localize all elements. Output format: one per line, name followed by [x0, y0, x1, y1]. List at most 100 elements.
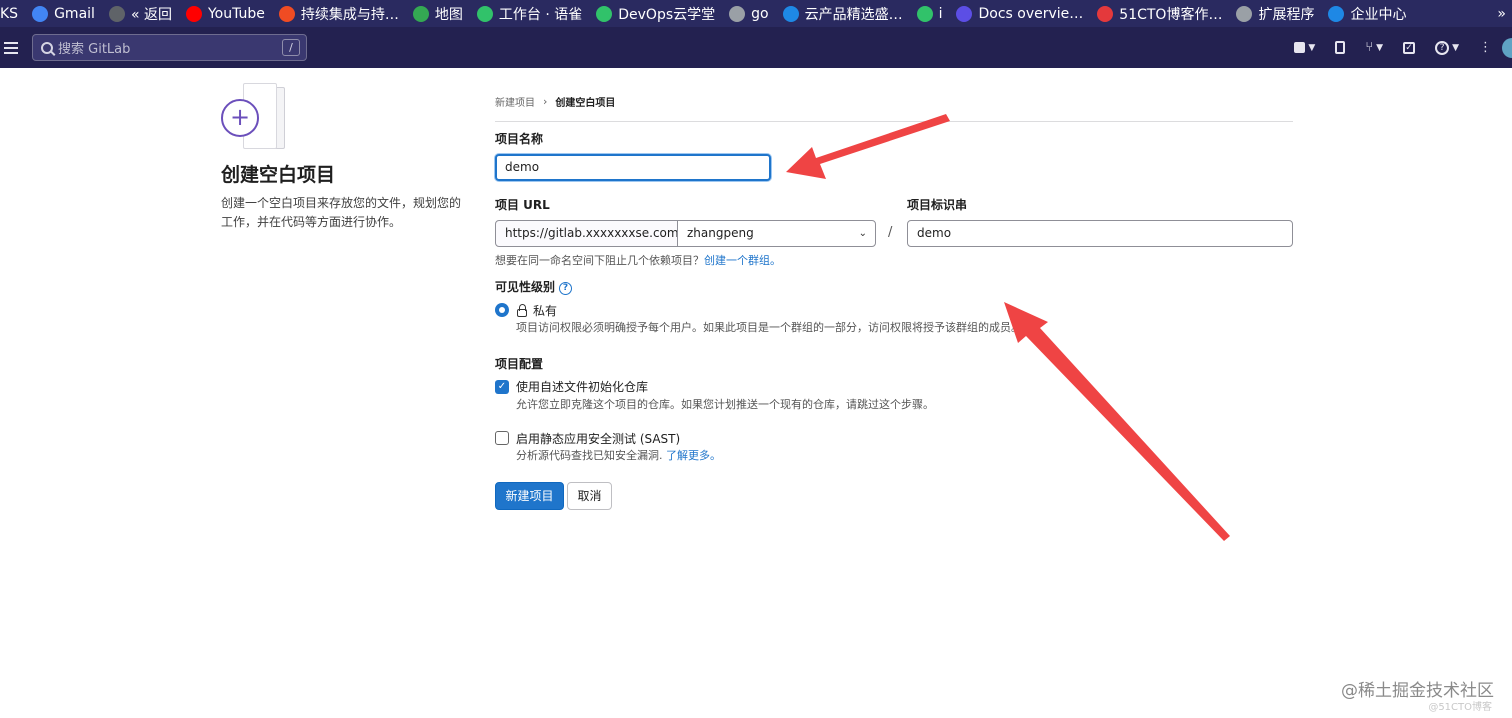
- merge-requests-dropdown[interactable]: ⑂ ▼: [1365, 40, 1383, 55]
- bookmark-item[interactable]: « 返回: [108, 4, 172, 24]
- annotation-arrow-top: [786, 114, 950, 179]
- map-icon: [412, 5, 429, 22]
- breadcrumb: 新建项目 › 创建空白项目: [495, 94, 615, 109]
- sast-help: 分析源代码查找已知安全漏洞. 了解更多。: [516, 447, 721, 463]
- yuque-icon: [476, 5, 493, 22]
- project-url-label: 项目 URL: [495, 198, 550, 212]
- google-icon: [32, 5, 49, 22]
- bookmark-item[interactable]: 扩展程序: [1236, 4, 1314, 24]
- menu-icon[interactable]: [4, 41, 18, 54]
- bookmark-label: 扩展程序: [1258, 6, 1315, 23]
- visibility-private-text: 私有: [533, 304, 558, 318]
- blank-project-illustration: +: [221, 83, 291, 149]
- swoosh-icon: [916, 5, 933, 22]
- help-icon: ?: [1435, 40, 1450, 55]
- youtube-icon: [185, 5, 202, 22]
- bookmark-label: « 返回: [130, 6, 172, 23]
- page-title: 创建空白项目: [221, 164, 336, 186]
- plus-circle-icon: +: [221, 99, 259, 137]
- bookmark-item[interactable]: Docs overvie…: [956, 5, 1084, 22]
- create-new-dropdown[interactable]: ▼: [1294, 42, 1315, 53]
- namespace-value: zhangpeng: [687, 226, 754, 240]
- project-name-input[interactable]: demo: [495, 154, 771, 181]
- learn-more-link[interactable]: 了解更多。: [666, 449, 721, 462]
- visibility-label-text: 可见性级别: [495, 280, 556, 294]
- bookmark-label: 地图: [434, 6, 463, 23]
- cloud-icon: [782, 5, 799, 22]
- search-icon: [41, 41, 53, 54]
- breadcrumb-current: 创建空白项目: [555, 98, 616, 109]
- merge-request-icon: ⑂: [1365, 40, 1374, 55]
- project-config-label: 项目配置: [495, 357, 544, 371]
- page-description: 创建一个空白项目来存放您的文件，规划您的工作，并在代码等方面进行协作。: [221, 196, 462, 229]
- bookmark-item[interactable]: 企业中心: [1328, 4, 1406, 24]
- visibility-private-help: 项目访问权限必须明确授予每个用户。如果此项目是一个群组的一部分，访问权限将授予该…: [516, 321, 1022, 334]
- bookmark-label: go: [751, 5, 769, 22]
- bookmark-item[interactable]: 地图: [412, 4, 463, 24]
- terraform-icon: [956, 5, 973, 22]
- devops-icon: [596, 5, 613, 22]
- avatar[interactable]: [1502, 37, 1512, 58]
- folder-icon: [729, 5, 746, 22]
- readme-help: 允许您立即克隆这个项目的仓库。如果您计划推送一个现有的仓库，请跳过这个步骤。: [516, 398, 934, 411]
- bookmark-item[interactable]: 持续集成与持…: [278, 4, 399, 24]
- cancel-button[interactable]: 取消: [567, 482, 612, 510]
- sast-label: 启用静态应用安全测试 (SAST): [516, 432, 681, 446]
- watermark-small: @51CTO博客: [1428, 702, 1492, 713]
- chevron-down-icon: ▼: [1308, 42, 1316, 53]
- bookmark-item[interactable]: go: [729, 5, 769, 22]
- bookmark-item[interactable]: Gmail: [32, 5, 95, 22]
- readme-checkbox[interactable]: ✓: [495, 380, 509, 394]
- cloud-icon: [1328, 5, 1345, 22]
- bookmark-label: KS: [0, 5, 19, 22]
- bookmark-item[interactable]: KS: [0, 6, 18, 22]
- issues-button[interactable]: [1335, 41, 1346, 54]
- 51cto-icon: [1097, 5, 1114, 22]
- project-url-prefix: https://gitlab.xxxxxxxse.com/: [495, 220, 678, 247]
- sast-checkbox[interactable]: [495, 431, 509, 445]
- bookmark-label: 持续集成与持…: [300, 6, 399, 23]
- visibility-label: 可见性级别?: [495, 278, 573, 295]
- bookmark-item[interactable]: YouTube: [185, 5, 265, 22]
- bookmarks-overflow-button[interactable]: »: [1497, 6, 1512, 22]
- bookmark-label: Gmail: [54, 5, 95, 22]
- visibility-private-label: 私有: [517, 302, 557, 319]
- bookmark-label: i: [938, 5, 943, 22]
- puzzle-icon: [1236, 5, 1253, 22]
- lock-icon: [517, 303, 527, 317]
- chevron-right-icon: ›: [543, 95, 548, 108]
- bookmark-item[interactable]: 51CTO博客作…: [1097, 4, 1222, 24]
- bookmark-item[interactable]: 云产品精选盛…: [782, 4, 903, 24]
- todo-check-icon: ✓: [1403, 41, 1416, 54]
- more-button[interactable]: ⋮: [1479, 40, 1492, 55]
- visibility-private-radio[interactable]: [495, 303, 509, 317]
- bookmark-item[interactable]: DevOps云学堂: [596, 4, 715, 24]
- search-input[interactable]: 搜索 GitLab /: [32, 34, 307, 61]
- search-placeholder: 搜索 GitLab: [58, 42, 131, 57]
- chevron-down-icon: ▼: [1452, 42, 1459, 53]
- globe-icon: [108, 5, 125, 22]
- chevron-down-icon: ▼: [1376, 42, 1384, 53]
- bookmark-item[interactable]: i: [916, 5, 943, 22]
- bookmark-item[interactable]: 工作台 · 语雀: [476, 4, 583, 24]
- bookmark-label: Docs overvie…: [978, 5, 1084, 22]
- todos-button[interactable]: ✓: [1403, 41, 1416, 54]
- project-name-label: 项目名称: [495, 132, 544, 146]
- bookmark-label: DevOps云学堂: [618, 6, 716, 23]
- project-slug-input[interactable]: demo: [907, 220, 1293, 247]
- create-project-button[interactable]: 新建项目: [495, 482, 564, 510]
- help-dropdown[interactable]: ? ▼: [1435, 40, 1459, 55]
- annotation-arrow-bottom: [1004, 302, 1230, 541]
- namespace-select[interactable]: zhangpeng ⌄: [677, 220, 876, 247]
- bookmark-label: 51CTO博客作…: [1119, 6, 1223, 23]
- breadcrumb-new-project[interactable]: 新建项目: [495, 94, 535, 109]
- help-circle-icon[interactable]: ?: [559, 282, 573, 295]
- gitlab-header: 搜索 GitLab / ▼ ⑂ ▼ ✓ ? ▼ ⋮: [0, 27, 1512, 68]
- bookmark-label: 工作台 · 语雀: [498, 6, 583, 23]
- create-group-link[interactable]: 创建一个群组。: [704, 254, 781, 267]
- chevron-down-icon: ⌄: [858, 228, 867, 239]
- search-shortcut-badge: /: [282, 39, 300, 56]
- divider: [495, 121, 1293, 122]
- bookmark-label: YouTube: [207, 5, 265, 22]
- bookmarks-bar: KS Gmail « 返回 YouTube 持续集成与持… 地图 工作台 · 语雀 DevOp…: [0, 0, 1512, 27]
